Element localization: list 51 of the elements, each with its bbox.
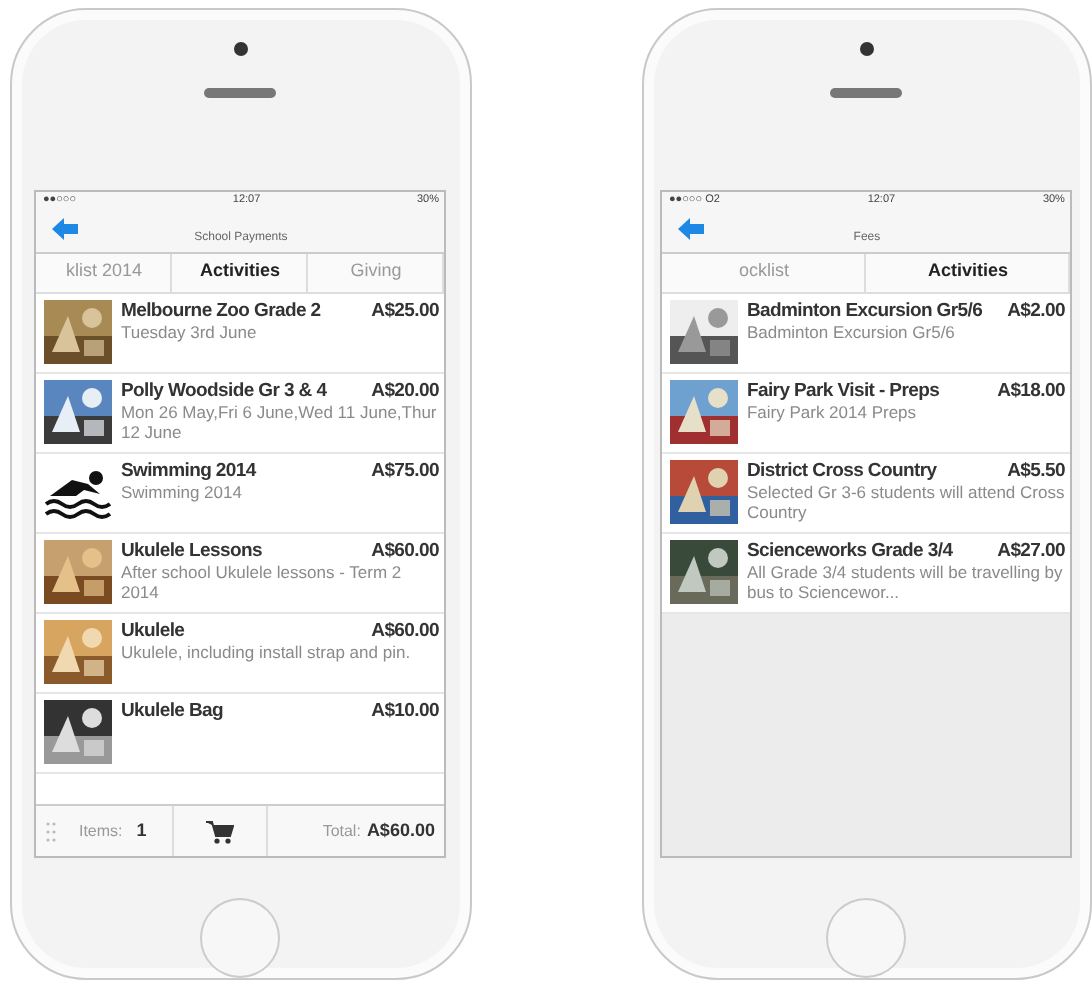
total-amount: A$60.00: [366, 817, 435, 844]
item-description: After school Ukulele lessons - Term 2 2014: [120, 561, 404, 602]
item-price: A$20.00: [371, 379, 439, 402]
item-price: A$60.00: [371, 619, 439, 642]
list-item[interactable]: Ukulele Bag A$10.00: [36, 693, 445, 774]
item-title: District Cross Country: [746, 459, 937, 482]
item-title: Ukulele Lessons: [120, 539, 262, 562]
camera-icon: [233, 42, 248, 56]
item-title: Melbourne Zoo Grade 2: [120, 299, 321, 322]
item-title: Ukulele Bag: [120, 699, 224, 722]
cart-button[interactable]: [206, 819, 235, 844]
item-price: A$60.00: [371, 539, 439, 562]
item-title: Badminton Excursion Gr5/6: [746, 299, 983, 322]
item-price: A$25.00: [371, 299, 439, 322]
list-item[interactable]: Ukulele A$60.00 Ukulele, including install strap and pin.: [36, 613, 445, 694]
item-title: Swimming 2014: [120, 459, 256, 482]
item-description: Badminton Excursion Gr5/6: [746, 321, 957, 342]
list-item[interactable]: Scienceworks Grade 3/4 A$27.00 All Grade 3/4 students will be travelling by bus to Sciencewor...: [662, 533, 1071, 614]
item-price: A$75.00: [371, 459, 439, 482]
item-description: Swimming 2014: [120, 481, 244, 502]
item-title: Scienceworks Grade 3/4: [746, 539, 953, 562]
speaker-icon: [204, 88, 277, 98]
item-description: Tuesday 3rd June: [120, 321, 259, 342]
total-label: Total:: [322, 819, 361, 844]
item-description: Ukulele, including install strap and pin.: [120, 641, 413, 662]
item-price: A$10.00: [371, 699, 439, 722]
item-description: All Grade 3/4 students will be travelling by bus to Sciencewor...: [746, 561, 1065, 602]
camera-icon: [859, 42, 874, 56]
item-title: Ukulele: [120, 619, 185, 642]
item-price: A$18.00: [997, 379, 1065, 402]
items-count: 1: [136, 817, 147, 844]
list-item[interactable]: Fairy Park Visit - Preps A$18.00 Fairy Park 2014 Preps: [662, 373, 1071, 454]
item-title: Fairy Park Visit - Preps: [746, 379, 940, 402]
item-price: A$5.50: [1007, 459, 1065, 482]
speaker-icon: [830, 88, 903, 98]
item-description: Mon 26 May,Fri 6 June,Wed 11 June,Thur 12 June: [120, 401, 439, 442]
list-item[interactable]: Badminton Excursion Gr5/6 A$2.00 Badminton Excursion Gr5/6: [662, 293, 1071, 374]
tab[interactable]: Activities: [172, 253, 309, 292]
item-price: A$27.00: [997, 539, 1065, 562]
list-item[interactable]: Ukulele Lessons A$60.00 After school Ukulele lessons - Term 2 2014: [36, 533, 445, 614]
item-description: Fairy Park 2014 Preps: [746, 401, 919, 422]
item-title: Polly Woodside Gr 3 & 4: [120, 379, 327, 402]
drag-handle-icon[interactable]: [46, 821, 57, 842]
list-item[interactable]: District Cross Country A$5.50 Selected Gr 3-6 students will attend Cross Country: [662, 453, 1071, 534]
items-label: Items:: [78, 819, 123, 844]
tab[interactable]: Activities: [866, 253, 1071, 292]
item-description: Selected Gr 3-6 students will attend Cross Country: [746, 481, 1065, 522]
list-item[interactable]: Melbourne Zoo Grade 2 A$25.00 Tuesday 3rd June: [36, 293, 445, 374]
list-item[interactable]: Swimming 2014 A$75.00 Swimming 2014: [36, 453, 445, 534]
list-item[interactable]: Polly Woodside Gr 3 & 4 A$20.00 Mon 26 May,Fri 6 June,Wed 11 June,Thur 12 June: [36, 373, 445, 454]
item-price: A$2.00: [1007, 299, 1065, 322]
